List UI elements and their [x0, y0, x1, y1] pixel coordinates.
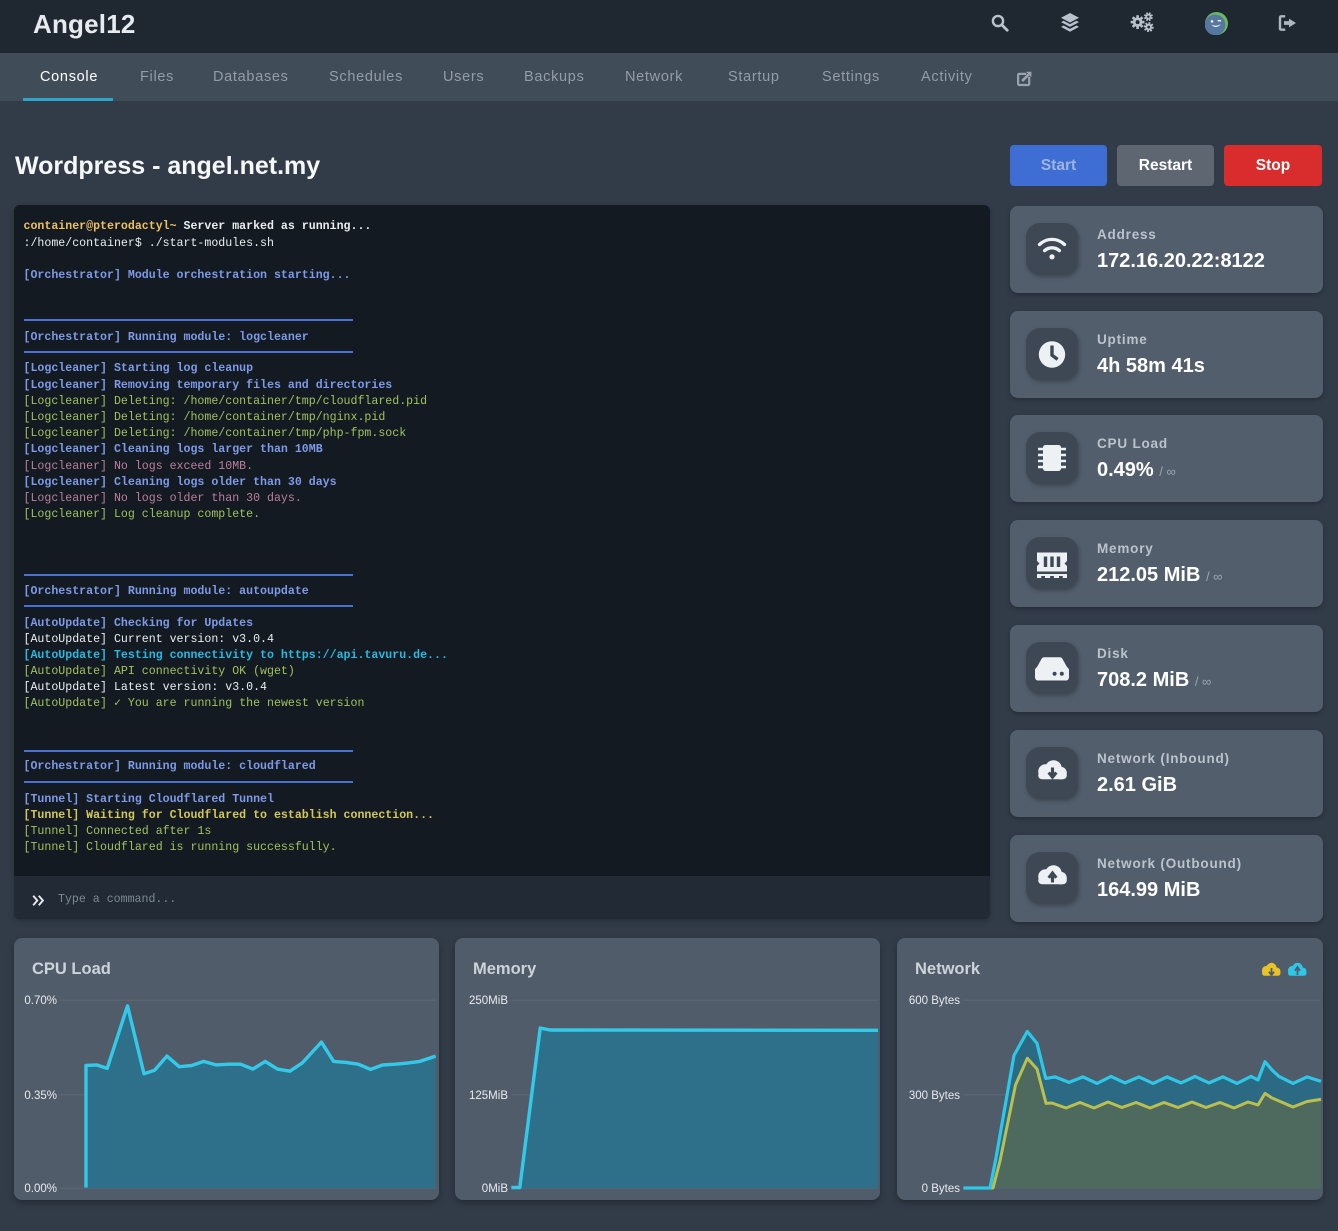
svg-text:0MiB: 0MiB — [482, 1183, 509, 1195]
svg-text:0.00%: 0.00% — [24, 1183, 57, 1195]
svg-text:125MiB: 125MiB — [469, 1090, 508, 1102]
svg-text:600 Bytes: 600 Bytes — [909, 995, 960, 1007]
svg-text:300 Bytes: 300 Bytes — [909, 1090, 960, 1102]
svg-text:0.35%: 0.35% — [24, 1090, 57, 1102]
svg-text:250MiB: 250MiB — [469, 995, 508, 1007]
svg-text:0.70%: 0.70% — [24, 995, 57, 1007]
svg-text:0 Bytes: 0 Bytes — [922, 1183, 961, 1195]
